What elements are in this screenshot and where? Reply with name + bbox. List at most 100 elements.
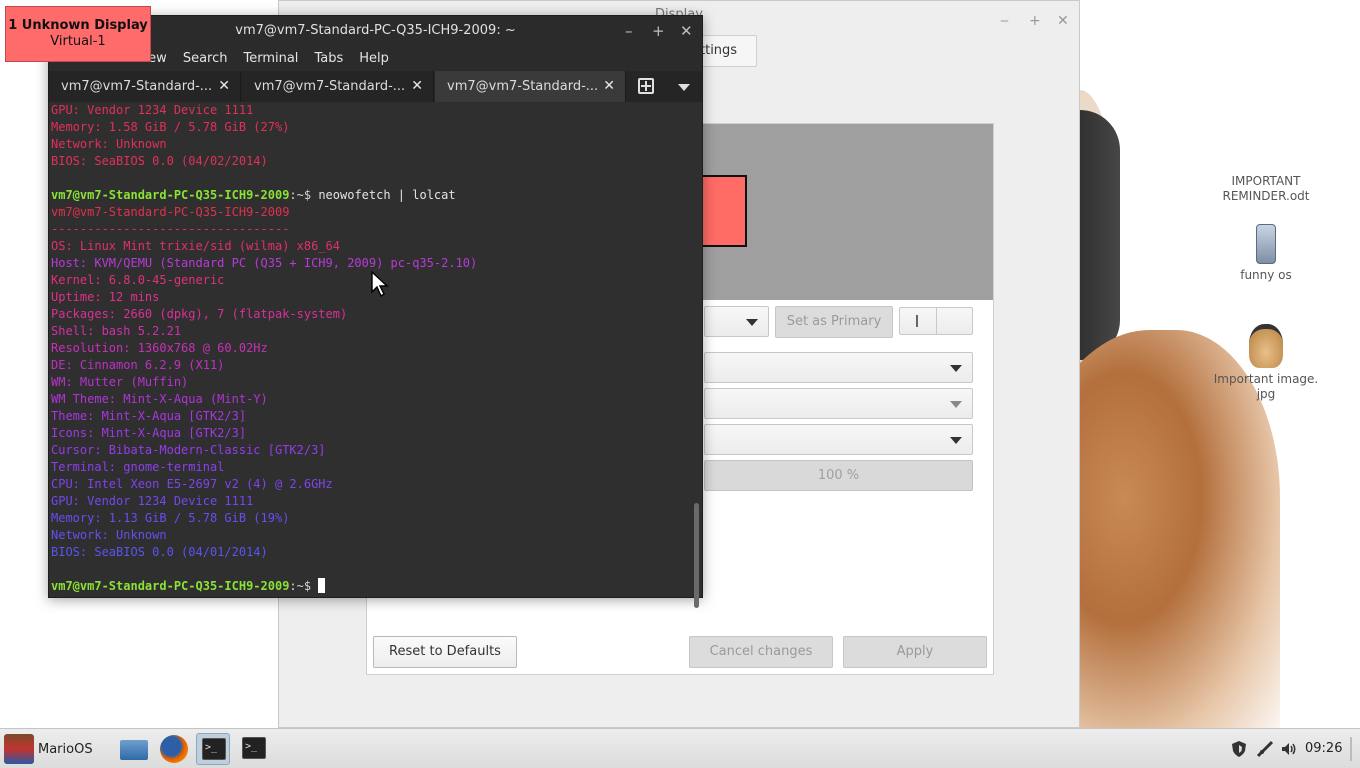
close-tab-icon[interactable]: ✕: [218, 71, 230, 102]
terminal-menu-tabs[interactable]: Tabs: [314, 51, 343, 66]
terminal-line-text: CPU: Intel Xeon E5-2697 v2 (4) @ 2.6GHz: [51, 477, 333, 491]
terminal-tab-active[interactable]: vm7@vm7-Standard-... ✕: [435, 71, 626, 102]
terminal-window: vm7@vm7-Standard-PC-Q35-ICH9-2009: ~ – +…: [48, 15, 703, 608]
shell-prompt: vm7@vm7-Standard-PC-Q35-ICH9-2009: [51, 188, 290, 202]
terminal-line: BIOS: SeaBIOS 0.0 (04/01/2014): [51, 544, 690, 561]
close-tab-icon[interactable]: ✕: [411, 71, 423, 102]
reset-defaults-button[interactable]: Reset to Defaults: [373, 636, 517, 668]
terminal-line: Network: Unknown: [51, 136, 690, 153]
terminal-line: CPU: Intel Xeon E5-2697 v2 (4) @ 2.6GHz: [51, 476, 690, 493]
toggle-on-mark: [916, 315, 918, 327]
phone-icon: [1256, 224, 1276, 264]
terminal-line: WM Theme: Mint-X-Aqua (Mint-Y): [51, 391, 690, 408]
terminal-tab[interactable]: vm7@vm7-Standard-... ✕: [242, 71, 434, 102]
monitor-toggle-switch[interactable]: [899, 307, 973, 335]
terminal-title: vm7@vm7-Standard-PC-Q35-ICH9-2009: ~: [235, 23, 516, 38]
chevron-down-icon: [950, 401, 962, 408]
terminal-line: Packages: 2660 (dpkg), 7 (flatpak-system…: [51, 306, 690, 323]
clock[interactable]: 09:26: [1305, 729, 1342, 768]
terminal-tab-label: vm7@vm7-Standard-...: [447, 79, 599, 94]
terminal-line: vm7@vm7-Standard-PC-Q35-ICH9-2009: [51, 204, 690, 221]
desktop-icon-funny-os-label: funny os: [1240, 268, 1292, 282]
shield-icon[interactable]: [1230, 740, 1248, 758]
rotation-dropdown[interactable]: [704, 424, 973, 455]
shell-command: neowofetch | lolcat: [318, 188, 456, 202]
terminal-line-text: Network: Unknown: [51, 137, 167, 151]
terminal-line: WM: Mutter (Muffin): [51, 374, 690, 391]
close-icon[interactable]: ✕: [1057, 7, 1069, 35]
volume-icon[interactable]: [1280, 740, 1298, 758]
cancel-changes-button[interactable]: Cancel changes: [689, 636, 833, 668]
terminal-line: ---------------------------------: [51, 221, 690, 238]
taskbar: MarioOS >_ >_ 09:26: [0, 728, 1360, 768]
terminal-line: Terminal: gnome-terminal: [51, 459, 690, 476]
terminal-line: Icons: Mint-X-Aqua [GTK2/3]: [51, 425, 690, 442]
terminal-line-text: GPU: Vendor 1234 Device 1111: [51, 103, 254, 117]
terminal-line-text: Network: Unknown: [51, 528, 167, 542]
terminal-tab[interactable]: vm7@vm7-Standard-... ✕: [49, 71, 241, 102]
terminal-menu-search[interactable]: Search: [183, 51, 228, 66]
desktop-icon-important-image[interactable]: Important image. jpg: [1211, 324, 1321, 402]
terminal-line-text: Icons: Mint-X-Aqua [GTK2/3]: [51, 426, 247, 440]
terminal-line-text: DE: Cinnamon 6.2.9 (X11): [51, 358, 225, 372]
chevron-down-icon: [746, 319, 758, 326]
text-cursor: [318, 578, 326, 593]
terminal-line: OS: Linux Mint trixie/sid (wilma) x86_64: [51, 238, 690, 255]
terminal-line: GPU: Vendor 1234 Device 1111: [51, 493, 690, 510]
show-desktop-button[interactable]: [1350, 737, 1352, 761]
close-tab-icon[interactable]: ✕: [603, 71, 615, 102]
display-identify-badge: 1 Unknown Display Virtual-1: [5, 6, 151, 62]
minimize-icon[interactable]: ‒: [1000, 7, 1009, 35]
minimize-icon[interactable]: –: [625, 16, 633, 46]
terminal-line: Cursor: Bibata-Modern-Classic [GTK2/3]: [51, 442, 690, 459]
terminal-menu-help[interactable]: Help: [359, 51, 389, 66]
apply-button[interactable]: Apply: [843, 636, 987, 668]
dog-image-icon: [1249, 324, 1283, 368]
terminal-line: Memory: 1.58 GiB / 5.78 GiB (27%): [51, 119, 690, 136]
set-as-primary-button[interactable]: Set as Primary: [775, 306, 893, 338]
folder-icon: [120, 740, 148, 760]
terminal-line-text: Memory: 1.13 GiB / 5.78 GiB (19%): [51, 511, 290, 525]
terminal-line: Network: Unknown: [51, 527, 690, 544]
terminal-icon: >_: [242, 737, 266, 759]
taskbar-firefox-button[interactable]: [157, 733, 191, 765]
start-menu-button[interactable]: MarioOS: [4, 733, 93, 765]
terminal-line-text: Shell: bash 5.2.21: [51, 324, 182, 338]
terminal-line: vm7@vm7-Standard-PC-Q35-ICH9-2009:~$: [51, 578, 690, 595]
terminal-line: GPU: Vendor 1234 Device 1111: [51, 102, 690, 119]
badge-subtitle: Virtual-1: [50, 34, 106, 49]
terminal-line-text: Cursor: Bibata-Modern-Classic [GTK2/3]: [51, 443, 326, 457]
terminal-menu-terminal[interactable]: Terminal: [243, 51, 298, 66]
terminal-line-text: Packages: 2660 (dpkg), 7 (flatpak-system…: [51, 307, 348, 321]
monitor-select-dropdown[interactable]: [704, 306, 769, 337]
close-icon[interactable]: ✕: [680, 16, 693, 46]
taskbar-terminal-button[interactable]: >_: [237, 733, 271, 765]
terminal-line-text: ---------------------------------: [51, 222, 290, 236]
shell-prompt: vm7@vm7-Standard-PC-Q35-ICH9-2009: [51, 579, 290, 593]
taskbar-files-button[interactable]: [117, 733, 151, 765]
refresh-rate-dropdown[interactable]: [704, 388, 973, 419]
network-icon[interactable]: [1256, 740, 1274, 758]
terminal-tabbar: vm7@vm7-Standard-... ✕ vm7@vm7-Standard-…: [49, 71, 702, 102]
desktop-icon-funny-os[interactable]: funny os: [1211, 224, 1321, 283]
desktop-icon-reminder[interactable]: IMPORTANT REMINDER.odt: [1211, 174, 1321, 204]
tab-menu-chevron-down-icon[interactable]: [678, 84, 690, 91]
terminal-line: Memory: 1.13 GiB / 5.78 GiB (19%): [51, 510, 690, 527]
maximize-icon[interactable]: +: [652, 16, 665, 46]
desktop-icon-important-image-label: Important image. jpg: [1213, 372, 1319, 401]
terminal-line-text: Theme: Mint-X-Aqua [GTK2/3]: [51, 409, 247, 423]
shell-prompt-path: :~$: [289, 188, 319, 202]
new-tab-icon[interactable]: [638, 78, 654, 94]
terminal-line: Theme: Mint-X-Aqua [GTK2/3]: [51, 408, 690, 425]
terminal-line-text: OS: Linux Mint trixie/sid (wilma) x86_64: [51, 239, 340, 253]
maximize-icon[interactable]: +: [1029, 7, 1041, 35]
resolution-dropdown[interactable]: [704, 352, 973, 383]
terminal-scrollbar[interactable]: [694, 503, 699, 608]
desktop-icon-reminder-label: IMPORTANT REMINDER.odt: [1222, 174, 1310, 203]
terminal-line: Resolution: 1360x768 @ 60.02Hz: [51, 340, 690, 357]
taskbar-terminal-button-active[interactable]: >_: [196, 733, 230, 765]
terminal-line-text: WM Theme: Mint-X-Aqua (Mint-Y): [51, 392, 268, 406]
terminal-output[interactable]: GPU: Vendor 1234 Device 1111 Memory: 1.58…: [49, 102, 690, 597]
scale-slider[interactable]: 100 %: [704, 460, 973, 491]
